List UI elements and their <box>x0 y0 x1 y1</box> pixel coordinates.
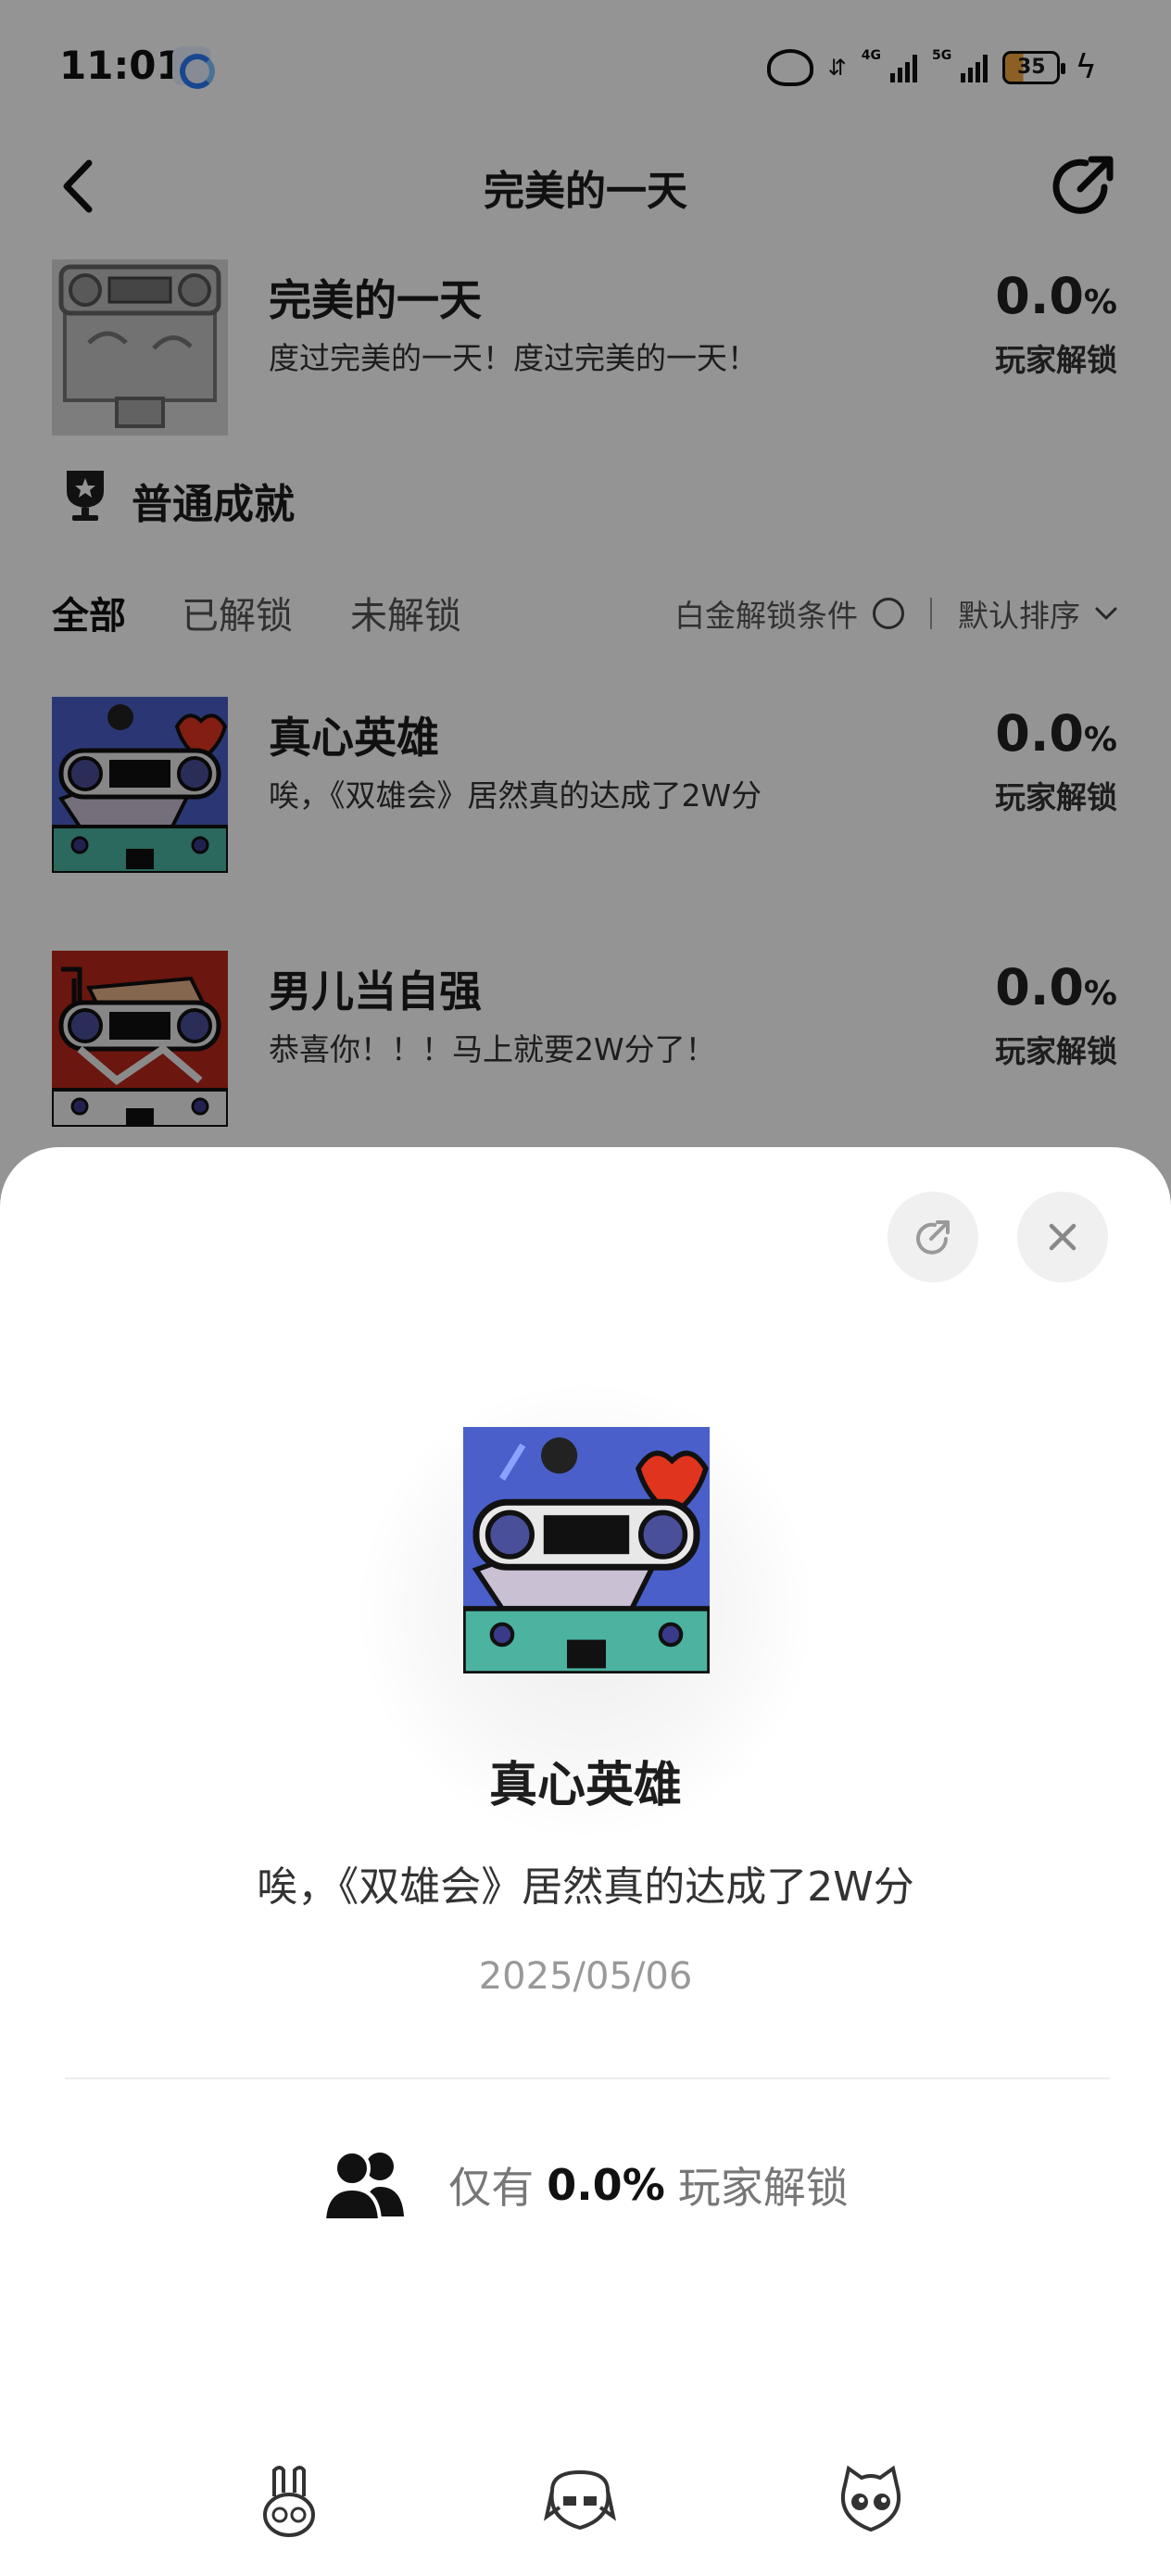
sheet-achievement-description: 唉，《双雄会》居然真的达成了2W分 <box>257 1863 914 1911</box>
dog-mascot-icon <box>543 2469 617 2531</box>
sheet-share-button[interactable] <box>888 1192 978 1282</box>
sheet-close-button[interactable] <box>1017 1192 1108 1282</box>
share-icon <box>916 1220 950 1255</box>
unlock-suffix: 玩家解锁 <box>677 2163 849 2213</box>
unlock-value: 0.0% <box>547 2160 665 2210</box>
unlock-prefix: 仅有 <box>448 2163 535 2213</box>
divider <box>65 2077 1110 2079</box>
unlock-rate: 仅有 0.0% 玩家解锁 <box>0 2148 1171 2222</box>
sheet-unlock-date: 2025/05/06 <box>478 1955 693 1998</box>
people-icon <box>322 2150 405 2222</box>
achievement-image <box>463 1427 710 1673</box>
modal-scrim[interactable] <box>0 0 1171 1205</box>
sheet-achievement-title: 真心英雄 <box>488 1758 682 1813</box>
mascot-row <box>0 2463 1171 2556</box>
close-icon <box>1049 1223 1077 1251</box>
achievement-detail-sheet: 真心英雄 唉，《双雄会》居然真的达成了2W分 2025/05/06 仅有 0.0… <box>0 1147 1171 2576</box>
cat-mascot-icon <box>840 2465 901 2532</box>
rabbit-mascot-icon <box>263 2466 315 2537</box>
